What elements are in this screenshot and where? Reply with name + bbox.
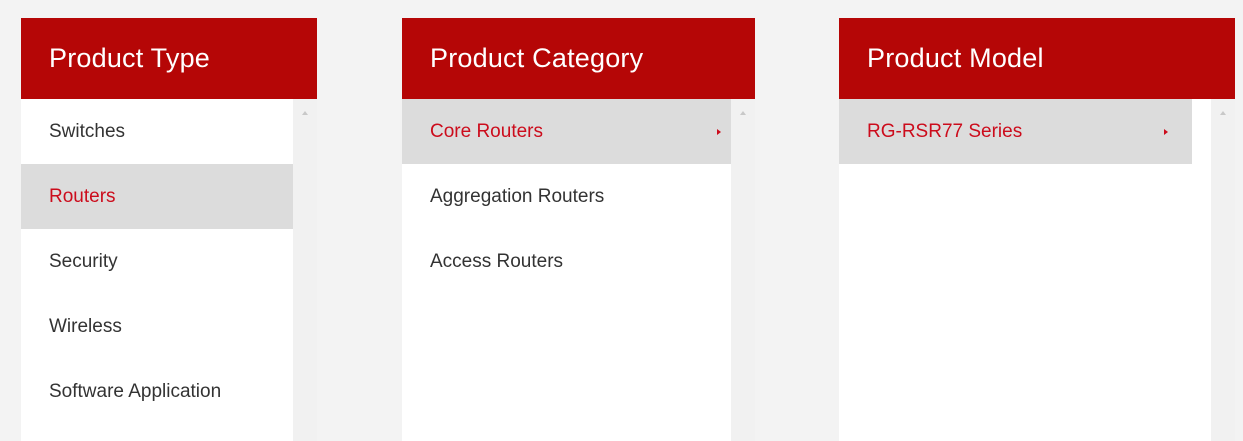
product-model-body: RG-RSR77 Series <box>839 99 1235 441</box>
product-category-panel: Product Category Core Routers Aggregatio… <box>402 18 755 441</box>
scroll-up-arrow-icon[interactable] <box>1220 111 1226 115</box>
product-category-body: Core Routers Aggregation Routers Access … <box>402 99 755 441</box>
item-label: Routers <box>49 185 116 207</box>
item-label: Aggregation Routers <box>430 185 605 207</box>
item-label: Core Routers <box>430 120 543 142</box>
scroll-up-arrow-icon[interactable] <box>302 111 308 115</box>
scroll-up-arrow-icon[interactable] <box>740 111 746 115</box>
product-type-scrollbar[interactable] <box>293 99 317 441</box>
product-selector: Product Type Switches Routers Security W… <box>0 0 1243 441</box>
product-type-panel: Product Type Switches Routers Security W… <box>21 18 317 441</box>
submenu-arrow-icon <box>1164 128 1168 135</box>
product-type-body: Switches Routers Security Wireless Softw… <box>21 99 317 441</box>
product-model-title: Product Model <box>839 18 1235 99</box>
item-label: Wireless <box>49 315 122 337</box>
product-model-list: RG-RSR77 Series <box>839 99 1192 441</box>
product-type-item-routers[interactable]: Routers <box>21 164 293 229</box>
product-category-title: Product Category <box>402 18 755 99</box>
product-category-scrollbar[interactable] <box>731 99 755 441</box>
product-category-item-aggregation-routers[interactable]: Aggregation Routers <box>402 164 731 229</box>
product-category-item-access-routers[interactable]: Access Routers <box>402 229 731 294</box>
product-type-item-software-application[interactable]: Software Application <box>21 359 293 424</box>
product-category-item-core-routers[interactable]: Core Routers <box>402 99 731 164</box>
product-type-item-wireless[interactable]: Wireless <box>21 294 293 359</box>
item-label: Switches <box>49 120 126 142</box>
product-category-list: Core Routers Aggregation Routers Access … <box>402 99 731 441</box>
submenu-arrow-icon <box>717 128 721 135</box>
product-type-item-switches[interactable]: Switches <box>21 99 293 164</box>
item-label: RG-RSR77 Series <box>867 120 1023 142</box>
item-label: Access Routers <box>430 250 564 272</box>
product-type-list: Switches Routers Security Wireless Softw… <box>21 99 293 441</box>
product-model-item-rg-rsr77-series[interactable]: RG-RSR77 Series <box>839 99 1192 164</box>
product-type-title: Product Type <box>21 18 317 99</box>
product-model-scrollbar[interactable] <box>1211 99 1235 441</box>
product-type-item-security[interactable]: Security <box>21 229 293 294</box>
item-label: Software Application <box>49 380 222 402</box>
item-label: Security <box>49 250 118 272</box>
product-model-panel: Product Model RG-RSR77 Series <box>839 18 1235 441</box>
